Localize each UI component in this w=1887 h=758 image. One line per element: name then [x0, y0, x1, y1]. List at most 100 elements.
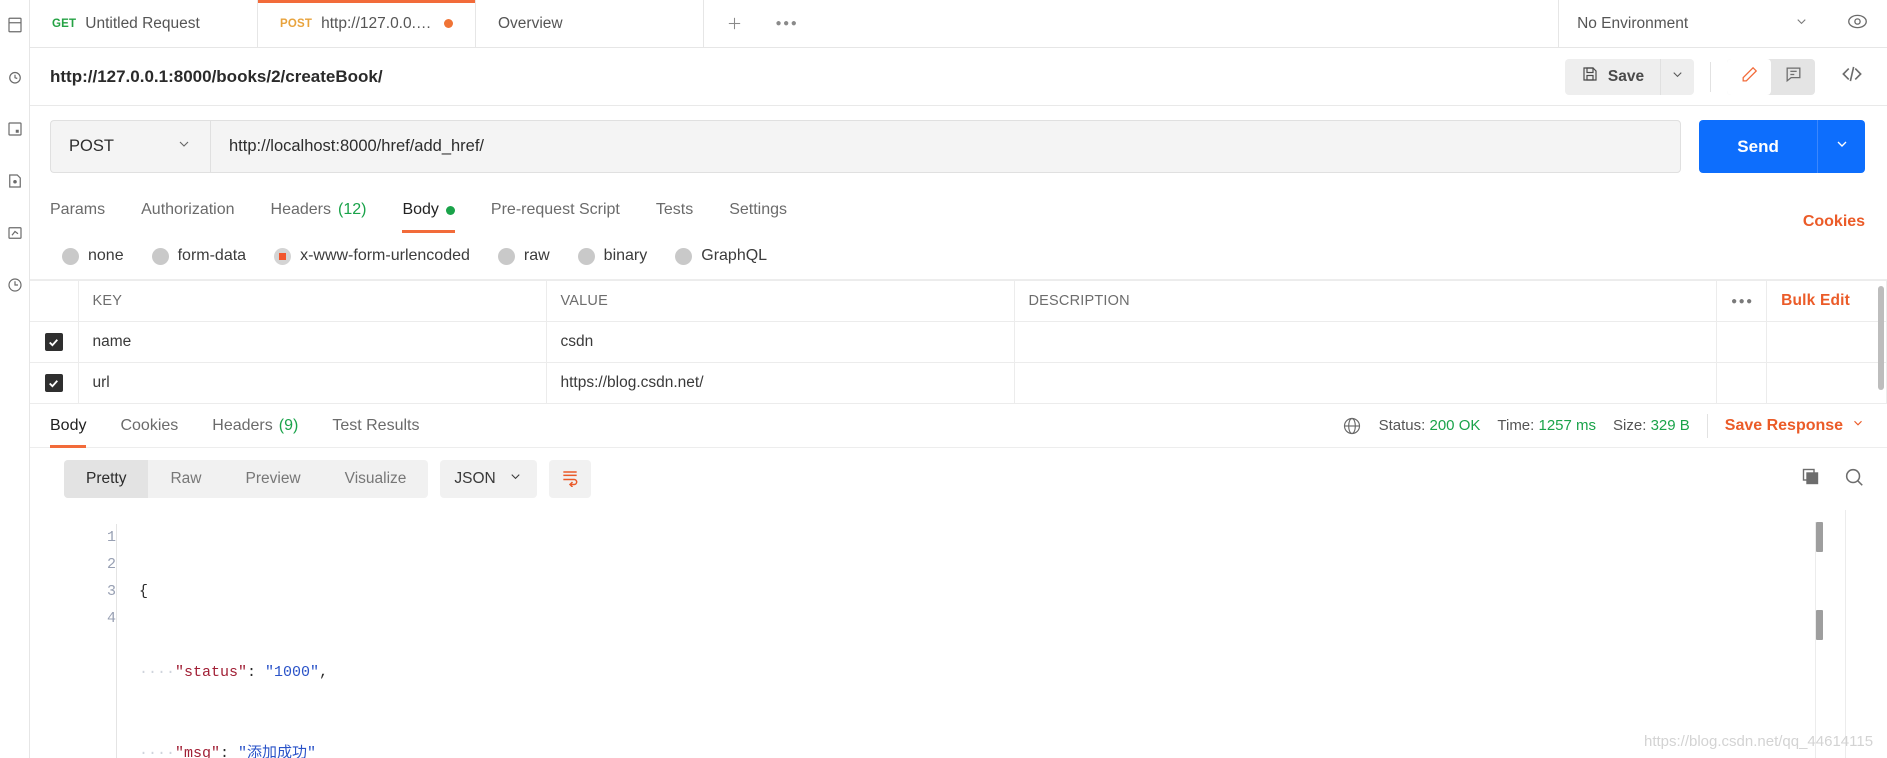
row-key-input[interactable]: url: [78, 362, 547, 404]
response-format-select[interactable]: JSON: [440, 460, 537, 498]
view-mode-visualize[interactable]: Visualize: [323, 460, 429, 498]
tab-label: Headers: [212, 416, 273, 434]
request-tab-0[interactable]: GET Untitled Request: [30, 0, 258, 47]
tab-body[interactable]: Body: [384, 187, 472, 233]
body-type-none[interactable]: none: [62, 247, 124, 265]
main-column: GET Untitled Request POST http://127.0.0…: [30, 0, 1887, 758]
view-mode-pretty[interactable]: Pretty: [64, 460, 149, 498]
size-label: Size:: [1613, 417, 1647, 434]
tab-label: Test Results: [332, 416, 420, 434]
tab-label: Params: [50, 201, 106, 218]
apis-icon[interactable]: [4, 118, 26, 140]
body-type-binary[interactable]: binary: [577, 247, 647, 265]
view-mode-preview[interactable]: Preview: [224, 460, 323, 498]
row-checkbox[interactable]: [44, 374, 63, 392]
code-scrollbar-thumb-bottom[interactable]: [1816, 610, 1824, 640]
radio-icon: [62, 247, 79, 265]
save-response-label: Save Response: [1724, 416, 1844, 434]
mock-servers-icon[interactable]: [4, 222, 26, 244]
code-scrollbar-thumb-top[interactable]: [1816, 522, 1824, 552]
code-line: {: [139, 583, 149, 600]
save-response-button[interactable]: Save Response: [1725, 416, 1865, 435]
tab-bar: GET Untitled Request POST http://127.0.0…: [30, 0, 1887, 48]
edit-mode-button[interactable]: [1727, 58, 1772, 95]
size-value: 329 B: [1650, 417, 1690, 434]
tab-headers[interactable]: Headers (12): [253, 187, 385, 233]
size-label-group: Size: 329 B: [1613, 417, 1690, 434]
code-snippet-button[interactable]: [1839, 61, 1865, 92]
view-mode-raw[interactable]: Raw: [148, 460, 223, 498]
unsaved-changes-dot: [444, 19, 453, 28]
postman-window: GET Untitled Request POST http://127.0.0…: [0, 0, 1887, 758]
row-description-input[interactable]: [1014, 362, 1718, 404]
cookies-link[interactable]: Cookies: [1803, 213, 1865, 233]
body-type-form-data[interactable]: form-data: [151, 247, 246, 265]
table-options-ellipsis-icon[interactable]: ●●●: [1716, 280, 1768, 322]
copy-icon: [1800, 466, 1821, 492]
row-description-input[interactable]: [1014, 321, 1718, 363]
radio-label: x-www-form-urlencoded: [300, 247, 470, 264]
response-tab-body[interactable]: Body: [50, 404, 103, 448]
row-checkbox[interactable]: [44, 333, 63, 351]
send-options-button[interactable]: [1817, 120, 1866, 173]
globe-icon: [1342, 416, 1362, 436]
url-input[interactable]: http://localhost:8000/href/add_href/: [210, 120, 1682, 173]
tab-params[interactable]: Params: [50, 187, 123, 233]
wrap-text-button[interactable]: [548, 460, 591, 498]
tab-label: Pre-request Script: [490, 201, 620, 218]
bulk-edit-button[interactable]: Bulk Edit: [1766, 280, 1887, 322]
environment-quick-look-button[interactable]: [1827, 0, 1887, 47]
response-json-code: 1 2 3 4 { ····"status": "1000", ····"msg": …: [30, 510, 1887, 758]
environment-selector[interactable]: No Environment: [1559, 0, 1827, 47]
response-body-viewer[interactable]: 1 2 3 4 { ····"status": "1000", ····"msg": …: [30, 510, 1887, 758]
body-type-graphql[interactable]: GraphQL: [675, 247, 767, 265]
tab-title-label: Untitled Request: [85, 14, 200, 32]
meta-divider: [1706, 413, 1708, 438]
monitors-icon[interactable]: [4, 274, 26, 296]
toolbar-divider: [1710, 61, 1712, 92]
new-tab-button[interactable]: [704, 0, 764, 47]
row-value-input[interactable]: csdn: [546, 321, 1015, 363]
code-line: ····"msg": "添加成功": [139, 745, 317, 758]
radio-label: raw: [523, 247, 550, 264]
search-button[interactable]: [1843, 466, 1865, 493]
response-view-bar: Pretty Raw Preview Visualize JSON: [30, 448, 1887, 510]
tab-tests[interactable]: Tests: [638, 187, 711, 233]
page-title: http://127.0.0.1:8000/books/2/createBook…: [50, 66, 383, 86]
http-method-select[interactable]: POST: [50, 120, 210, 173]
save-options-button[interactable]: [1660, 58, 1695, 95]
copy-button[interactable]: [1800, 466, 1821, 492]
tab-pre-request-script[interactable]: Pre-request Script: [473, 187, 638, 233]
environment-label: No Environment: [1577, 14, 1689, 32]
tab-label: Settings: [729, 201, 788, 218]
row-key-input[interactable]: name: [78, 321, 547, 363]
tab-label: Tests: [655, 201, 694, 218]
comment-mode-button[interactable]: [1771, 59, 1815, 95]
row-value-input[interactable]: https://blog.csdn.net/: [546, 362, 1015, 404]
tab-label: Headers: [270, 201, 331, 218]
line-number: 1: [106, 529, 116, 546]
response-format-value: JSON: [454, 470, 496, 487]
response-tab-headers[interactable]: Headers (9): [195, 404, 315, 448]
environments-icon[interactable]: [4, 170, 26, 192]
url-row: POST http://localhost:8000/href/add_href…: [30, 106, 1887, 187]
history-icon[interactable]: [4, 66, 26, 88]
send-button[interactable]: Send: [1699, 120, 1818, 173]
request-tab-1[interactable]: POST http://127.0.0.1:8...: [258, 0, 476, 47]
response-tab-cookies[interactable]: Cookies: [103, 404, 195, 448]
tab-settings[interactable]: Settings: [711, 187, 805, 233]
tab-label: Body: [50, 416, 87, 434]
response-tab-test-results[interactable]: Test Results: [315, 404, 436, 448]
table-row: name csdn: [30, 321, 1887, 363]
viewer-right-edge: [1845, 510, 1847, 758]
tab-options-ellipsis-icon[interactable]: ●●●: [764, 0, 810, 47]
params-table-scrollbar[interactable]: [1878, 286, 1885, 390]
collections-icon[interactable]: [4, 14, 26, 36]
left-rail: [0, 0, 30, 758]
chevron-down-icon: [176, 136, 192, 157]
body-type-x-www-form-urlencoded[interactable]: x-www-form-urlencoded: [274, 247, 470, 265]
body-type-raw[interactable]: raw: [497, 247, 550, 265]
save-button[interactable]: Save: [1564, 58, 1661, 95]
tab-authorization[interactable]: Authorization: [123, 187, 252, 233]
request-tab-2[interactable]: Overview: [476, 0, 704, 47]
